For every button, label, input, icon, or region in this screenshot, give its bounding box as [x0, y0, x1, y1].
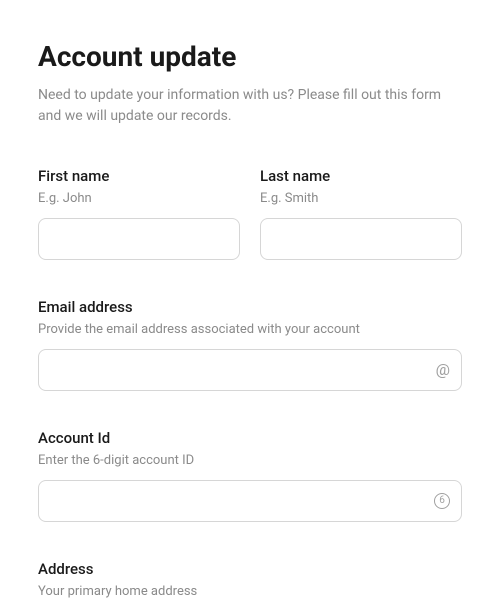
page-description: Need to update your information with us?…	[38, 85, 462, 127]
last-name-input[interactable]	[260, 218, 462, 260]
first-name-input[interactable]	[38, 218, 240, 260]
first-name-field: First name E.g. John	[38, 167, 240, 260]
last-name-input-wrap	[260, 218, 462, 260]
account-id-label: Account Id	[38, 429, 462, 447]
email-field: Email address Provide the email address …	[38, 298, 462, 391]
email-hint: Provide the email address associated wit…	[38, 322, 462, 337]
first-name-hint: E.g. John	[38, 191, 240, 206]
at-icon: @	[436, 362, 450, 378]
email-label: Email address	[38, 298, 462, 316]
email-input-wrap: @	[38, 349, 462, 391]
address-hint: Your primary home address	[38, 584, 462, 599]
page-title: Account update	[38, 40, 462, 73]
account-id-field: Account Id Enter the 6-digit account ID …	[38, 429, 462, 522]
account-id-input-wrap: 6	[38, 480, 462, 522]
first-name-label: First name	[38, 167, 240, 185]
last-name-field: Last name E.g. Smith	[260, 167, 462, 260]
name-row: First name E.g. John Last name E.g. Smit…	[38, 167, 462, 260]
first-name-input-wrap	[38, 218, 240, 260]
address-field: Address Your primary home address	[38, 560, 462, 611]
account-id-hint: Enter the 6-digit account ID	[38, 453, 462, 468]
address-label: Address	[38, 560, 462, 578]
last-name-hint: E.g. Smith	[260, 191, 462, 206]
email-input[interactable]	[38, 349, 462, 391]
account-id-input[interactable]	[38, 480, 462, 522]
six-circle-icon: 6	[434, 493, 450, 509]
last-name-label: Last name	[260, 167, 462, 185]
